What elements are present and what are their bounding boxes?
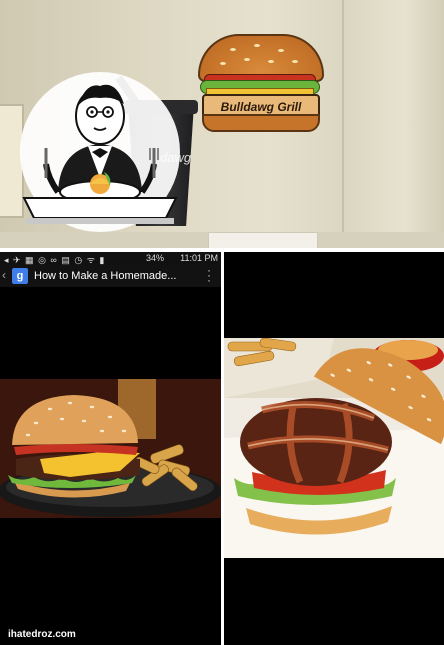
homemade-burger-photo — [0, 379, 221, 518]
phone-screenshot: ◂ ✈ ▦ ◎ ∞ ▤ ◷ ᯤ ▮ 34% 11:01 PM ‹ g How t… — [0, 252, 221, 645]
page-title: How to Make a Homemade... — [34, 270, 177, 282]
diner-illustration-icon — [20, 72, 180, 232]
restaurant-interior-photo: dawg Bulldawg Grill — [0, 0, 444, 248]
watermark-text: ihatedroz.com — [8, 629, 76, 640]
back-chevron-icon[interactable]: ‹ — [2, 268, 6, 282]
sign-bun-bottom — [202, 114, 320, 132]
floor-box — [208, 232, 318, 248]
burger-sign: Bulldawg Grill — [198, 34, 324, 134]
google-icon: g — [12, 268, 28, 284]
overflow-menu-icon[interactable]: · · · — [207, 264, 211, 286]
status-time: 11:01 PM — [180, 253, 218, 263]
battery-percent: 34% — [146, 253, 165, 263]
bacon-wrapped-burger-photo — [224, 338, 444, 558]
right-photo-panel — [224, 252, 444, 645]
status-bar: ◂ ✈ ▦ ◎ ∞ ▤ ◷ ᯤ ▮ 34% 11:01 PM — [0, 252, 221, 265]
wall-corner — [342, 0, 444, 248]
browser-title-bar: ‹ g How to Make a Homemade... · · · — [0, 264, 221, 287]
